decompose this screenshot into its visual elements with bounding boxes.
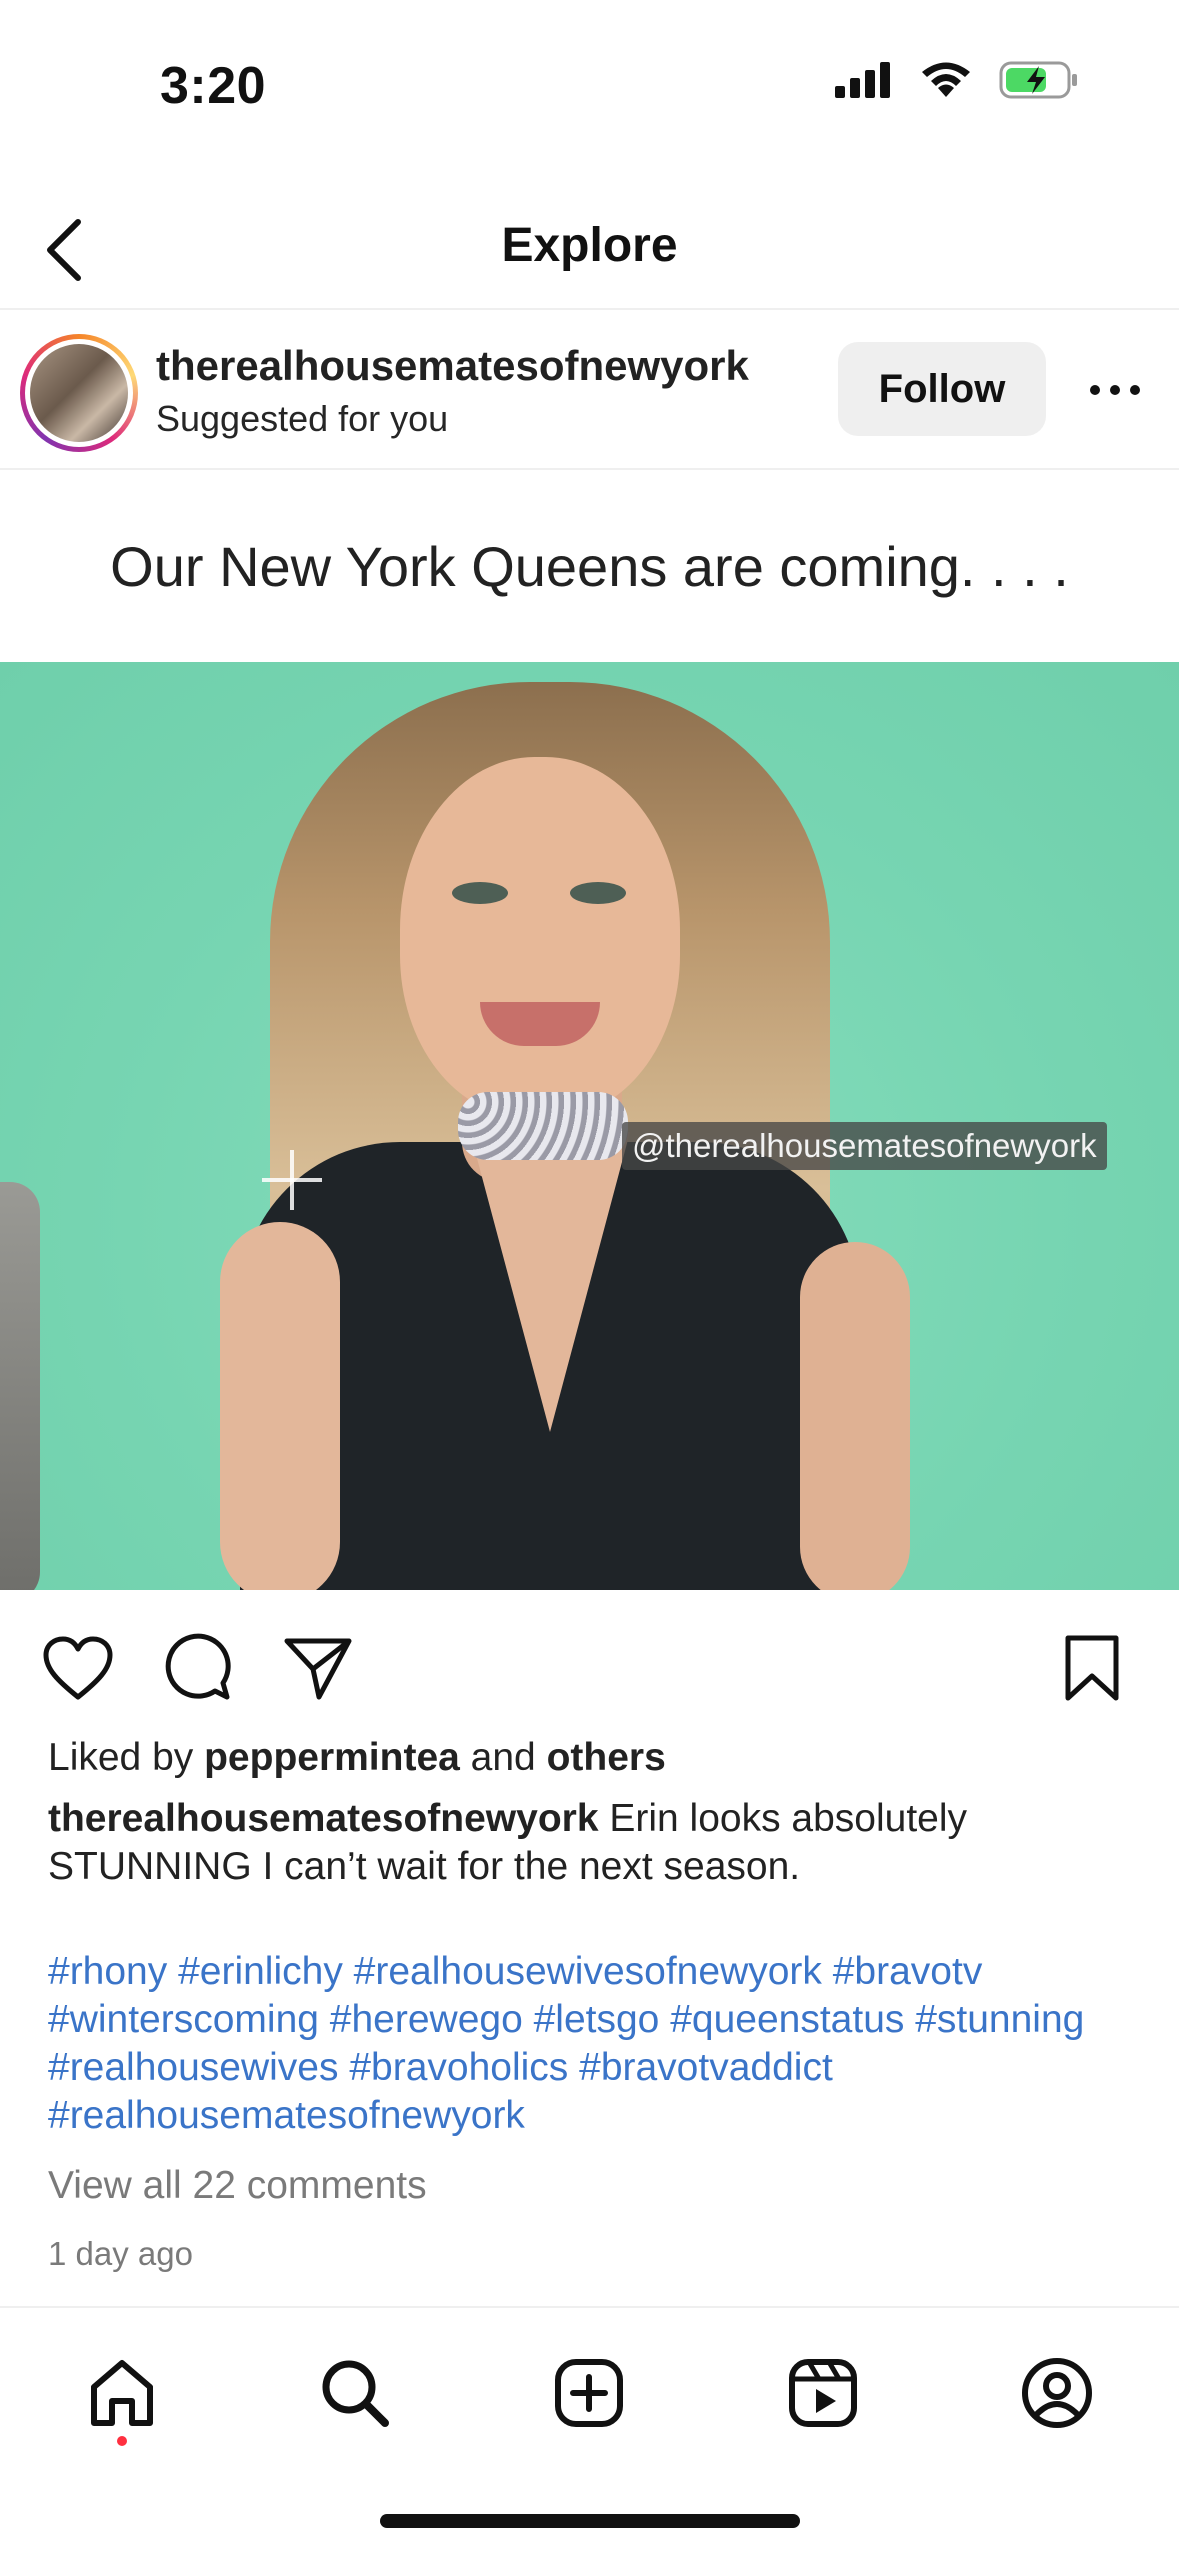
- follow-button[interactable]: Follow: [838, 342, 1046, 436]
- sparkle-icon: [262, 1150, 322, 1210]
- post-actions: [0, 1590, 1179, 1730]
- bottom-tab-bar: [0, 2306, 1179, 2556]
- heart-icon: [43, 1636, 113, 1700]
- page-title: Explore: [501, 219, 678, 272]
- status-bar: 3:20: [0, 0, 1179, 170]
- choker-necklace: [458, 1092, 628, 1160]
- post-banner-text: Our New York Queens are coming. . . .: [110, 534, 1069, 598]
- avatar-image: [30, 344, 128, 442]
- like-button[interactable]: [38, 1628, 118, 1708]
- comment-button[interactable]: [158, 1628, 238, 1708]
- wifi-icon: [922, 62, 970, 97]
- tab-profile[interactable]: [1012, 2348, 1102, 2438]
- profile-icon: [1022, 2358, 1092, 2428]
- post-caption: therealhousematesofnewyork Erin looks ab…: [48, 1795, 1138, 1891]
- home-indicator: [380, 2514, 800, 2528]
- tab-reels[interactable]: [778, 2348, 868, 2438]
- view-comments-link[interactable]: View all 22 comments: [48, 2164, 427, 2208]
- share-icon: [284, 1638, 352, 1700]
- suggested-label: Suggested for you: [156, 398, 449, 439]
- face: [400, 757, 680, 1117]
- post-timestamp: 1 day ago: [48, 2235, 193, 2272]
- liked-by-others[interactable]: others: [547, 1736, 666, 1779]
- status-time: 3:20: [160, 57, 267, 115]
- tab-search[interactable]: [310, 2348, 400, 2438]
- avatar[interactable]: [20, 334, 138, 452]
- caption-username[interactable]: therealhousematesofnewyork: [48, 1797, 599, 1840]
- bookmark-icon: [1065, 1635, 1119, 1701]
- share-button[interactable]: [278, 1628, 358, 1708]
- likes-line: Liked by peppermintea and others: [48, 1736, 666, 1779]
- search-icon: [322, 2360, 389, 2427]
- hashtags[interactable]: #rhony #erinlichy #realhousewivesofnewyo…: [48, 1948, 1148, 2140]
- more-icon: [1090, 385, 1100, 395]
- reels-icon: [789, 2359, 857, 2427]
- person-left-edge: [0, 1182, 40, 1590]
- home-icon: [91, 2360, 153, 2426]
- media-watermark: @therealhousematesofnewyork: [622, 1122, 1107, 1170]
- signal-icon: [835, 62, 890, 98]
- save-button[interactable]: [1052, 1628, 1132, 1708]
- tab-create[interactable]: [544, 2348, 634, 2438]
- status-icons: [835, 60, 1079, 100]
- more-options-button[interactable]: [1080, 360, 1150, 420]
- nav-bar: Explore: [0, 190, 1179, 310]
- tab-home[interactable]: [77, 2348, 167, 2438]
- liked-by-user[interactable]: peppermintea: [204, 1736, 460, 1779]
- notification-dot: [117, 2436, 127, 2446]
- post-username[interactable]: therealhousematesofnewyork: [156, 342, 749, 390]
- create-icon: [555, 2359, 623, 2427]
- post-header: therealhousematesofnewyork Suggested for…: [0, 310, 1179, 470]
- battery-charging-icon: [999, 61, 1077, 99]
- post-media[interactable]: @therealhousematesofnewyork: [0, 662, 1179, 1590]
- comment-icon: [165, 1633, 231, 1700]
